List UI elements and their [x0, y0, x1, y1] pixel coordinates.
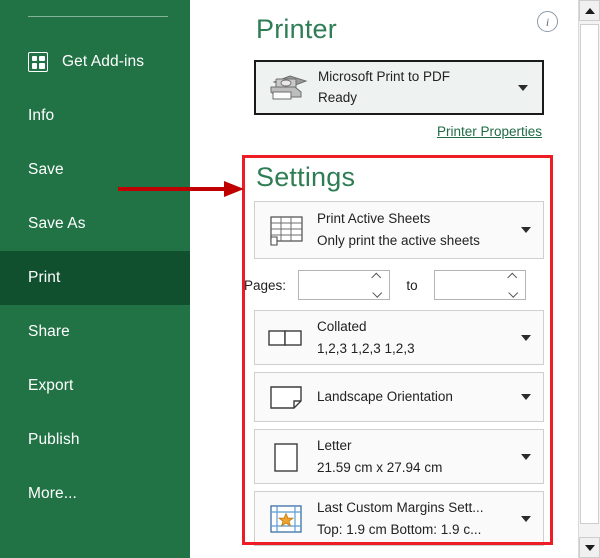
sidebar-divider: [28, 16, 168, 17]
collation-secondary: 1,2,3 1,2,3 1,2,3: [317, 340, 415, 356]
sidebar-item-label: Save: [28, 161, 64, 178]
stepper-down-icon[interactable]: [373, 291, 381, 296]
annotation-arrow: [118, 178, 246, 200]
worksheet-grid-icon: [263, 211, 309, 249]
chevron-down-icon[interactable]: [521, 453, 531, 460]
print-what-primary: Print Active Sheets: [317, 211, 431, 227]
margins-primary: Last Custom Margins Sett...: [317, 499, 484, 515]
printer-combo-text: Microsoft Print to PDF Ready: [316, 67, 518, 109]
paper-size-icon: [263, 438, 309, 476]
paper-size-text: Letter 21.59 cm x 27.94 cm: [313, 435, 521, 478]
settings-section-title: Settings: [256, 162, 356, 192]
chevron-down-icon[interactable]: [521, 394, 531, 400]
sidebar-item-label: Info: [28, 107, 55, 124]
pages-from-stepper[interactable]: [372, 274, 382, 296]
sidebar-item-publish[interactable]: Publish: [0, 413, 190, 467]
chevron-down-icon[interactable]: [518, 84, 528, 91]
collation-primary: Collated: [317, 318, 367, 334]
print-what-secondary: Only print the active sheets: [317, 233, 480, 248]
scroll-down-button[interactable]: [579, 537, 600, 558]
sidebar-item-export[interactable]: Export: [0, 359, 190, 413]
chevron-down-icon[interactable]: [521, 515, 531, 522]
printer-icon: [264, 70, 310, 106]
printer-section-title: Printer: [256, 14, 337, 44]
sidebar-item-save-as[interactable]: Save As: [0, 197, 190, 251]
chevron-down-icon[interactable]: [521, 227, 531, 233]
paper-size-dropdown[interactable]: Letter 21.59 cm x 27.94 cm: [254, 429, 544, 484]
print-what-dropdown[interactable]: Print Active Sheets Only print the activ…: [254, 201, 544, 259]
margins-secondary: Top: 1.9 cm Bottom: 1.9 c...: [317, 521, 482, 537]
collation-dropdown[interactable]: Collated 1,2,3 1,2,3 1,2,3: [254, 310, 544, 365]
scroll-up-button[interactable]: [579, 0, 600, 21]
scroll-up-icon: [584, 7, 595, 14]
pages-range-row: Pages: to: [240, 268, 550, 302]
sidebar-item-label: Print: [28, 269, 61, 286]
margins-dropdown[interactable]: Last Custom Margins Sett... Top: 1.9 cm …: [254, 491, 544, 546]
printer-name: Microsoft Print to PDF: [318, 68, 451, 84]
orientation-primary: Landscape Orientation: [317, 389, 453, 405]
paper-size-primary: Letter: [317, 437, 352, 453]
sidebar-item-label: Share: [28, 323, 70, 340]
sidebar-item-info[interactable]: Info: [0, 89, 190, 143]
scrollbar-thumb[interactable]: [580, 24, 599, 524]
scroll-down-icon: [584, 544, 595, 551]
sidebar-item-print[interactable]: Print: [0, 251, 190, 305]
sidebar-item-label: Get Add-ins: [62, 53, 145, 70]
pages-label: Pages:: [244, 277, 287, 293]
margins-star-icon: [263, 500, 309, 538]
stepper-up-icon[interactable]: [373, 274, 381, 279]
margins-text: Last Custom Margins Sett... Top: 1.9 cm …: [313, 497, 521, 540]
vertical-scrollbar[interactable]: [578, 0, 600, 558]
backstage-sidebar: Get Add-ins Info Save Save As Print Shar…: [0, 0, 190, 558]
landscape-page-icon: [263, 378, 309, 416]
sidebar-item-get-add-ins[interactable]: Get Add-ins: [0, 35, 190, 89]
stepper-down-icon[interactable]: [509, 291, 517, 296]
pages-from-input[interactable]: [298, 270, 390, 300]
collation-text: Collated 1,2,3 1,2,3 1,2,3: [313, 316, 521, 359]
sidebar-item-label: More...: [28, 485, 77, 502]
printer-properties-link[interactable]: Printer Properties: [437, 124, 542, 139]
sidebar-item-label: Save As: [28, 215, 86, 232]
pages-to-label: to: [406, 277, 418, 293]
sidebar-item-label: Export: [28, 377, 74, 394]
pages-to-stepper[interactable]: [508, 274, 518, 296]
print-backstage-screen: Get Add-ins Info Save Save As Print Shar…: [0, 0, 600, 558]
print-what-text: Print Active Sheets Only print the activ…: [313, 208, 521, 251]
pages-to-input[interactable]: [434, 270, 526, 300]
collate-pages-icon: [263, 319, 309, 357]
print-settings-pane: i Printer Microsoft Print to PDF Ready P…: [190, 0, 600, 558]
sidebar-item-more[interactable]: More...: [0, 467, 190, 521]
printer-status: Ready: [318, 89, 358, 105]
stepper-up-icon[interactable]: [509, 274, 517, 279]
paper-size-secondary: 21.59 cm x 27.94 cm: [317, 459, 443, 475]
sidebar-item-label: Publish: [28, 431, 80, 448]
orientation-text: Landscape Orientation: [313, 386, 521, 408]
sidebar-item-share[interactable]: Share: [0, 305, 190, 359]
chevron-down-icon[interactable]: [521, 334, 531, 341]
info-circle-icon[interactable]: i: [537, 11, 558, 32]
printer-selector-dropdown[interactable]: Microsoft Print to PDF Ready: [254, 60, 544, 115]
addins-grid-icon: [28, 52, 48, 72]
orientation-dropdown[interactable]: Landscape Orientation: [254, 372, 544, 422]
